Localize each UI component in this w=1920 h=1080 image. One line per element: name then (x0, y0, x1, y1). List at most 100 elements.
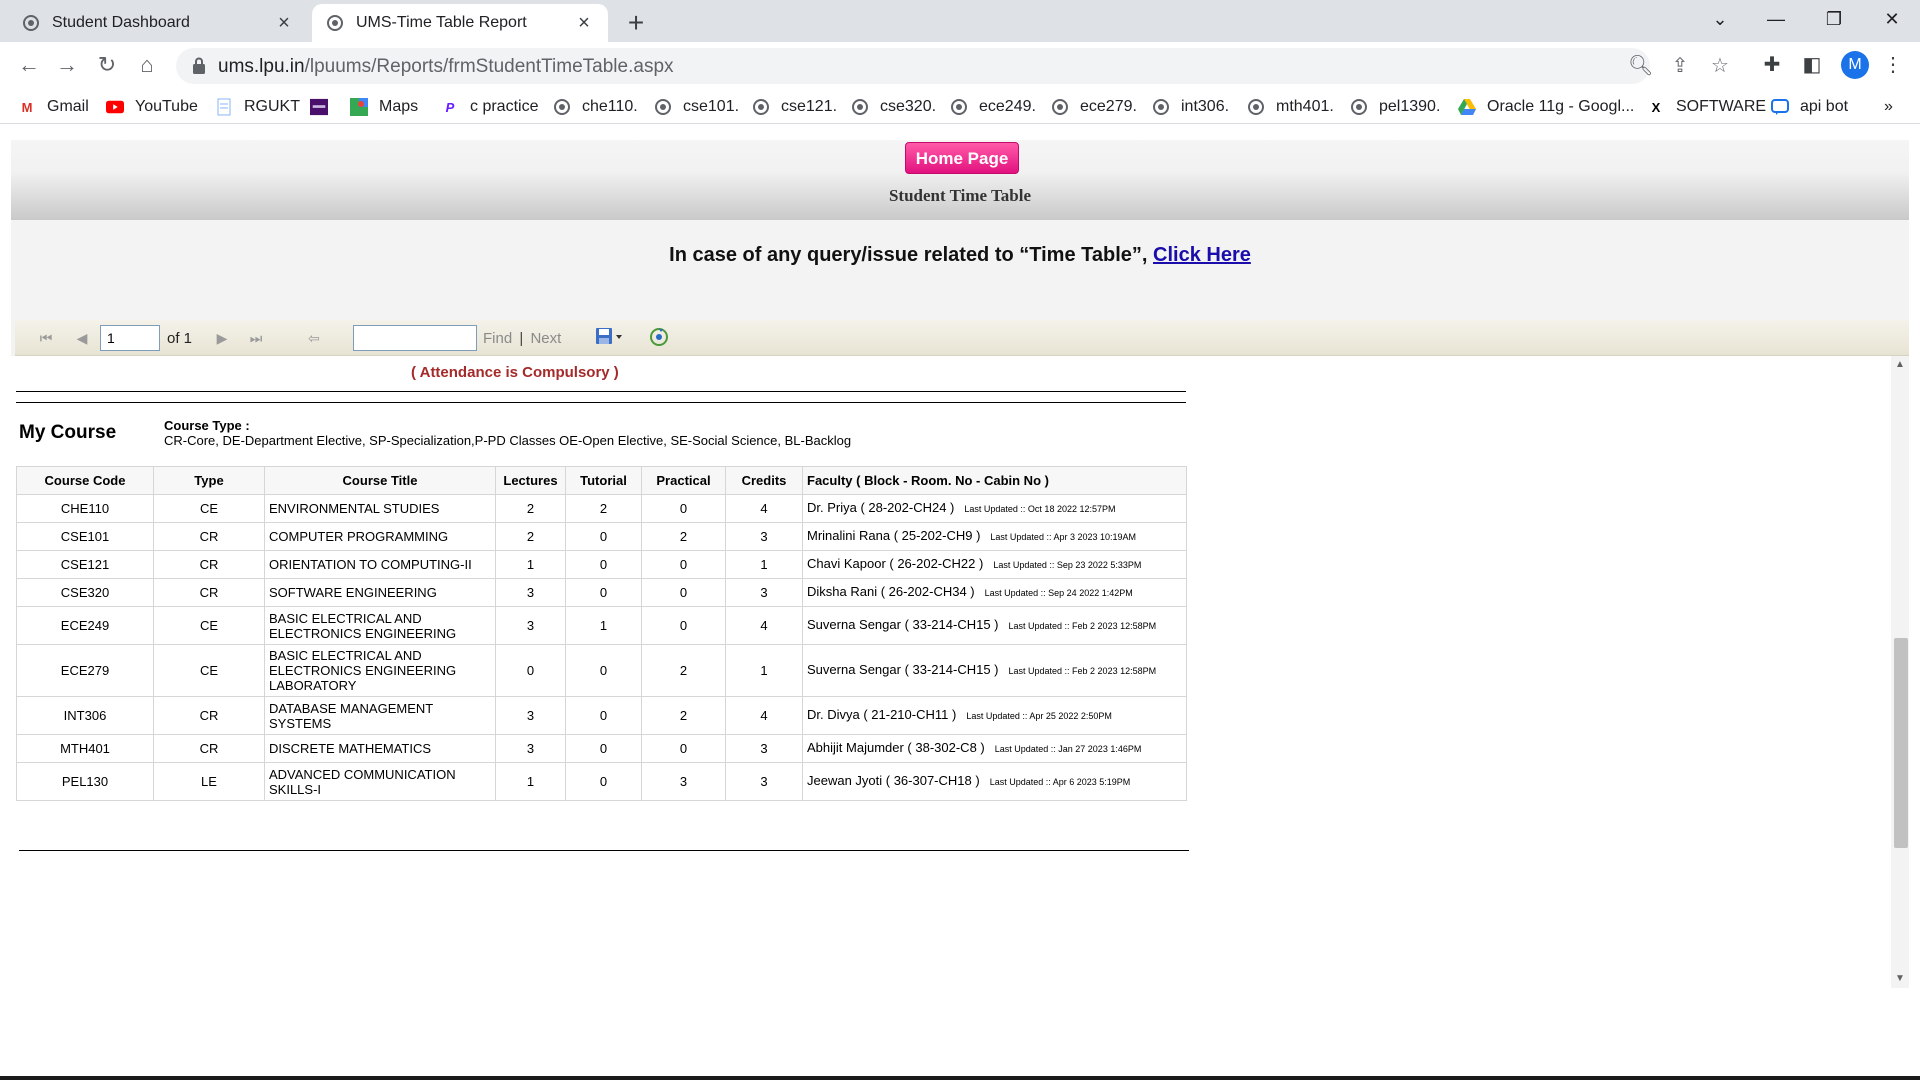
close-window-button[interactable]: ✕ (1864, 0, 1920, 38)
home-page-button[interactable]: Home Page (905, 142, 1019, 174)
bookmark-maps[interactable]: Maps (350, 96, 418, 118)
bookmark-gmail[interactable]: M Gmail (18, 96, 89, 118)
practical-cell: 0 (641, 578, 726, 607)
faculty-name: Dr. Divya ( 21-210-CH11 ) (807, 707, 957, 722)
column-header: Type (153, 466, 265, 495)
column-header: Credits (725, 466, 803, 495)
tab-title: UMS-Time Table Report (356, 14, 527, 31)
faculty-cell: Chavi Kapoor ( 26-202-CH22 ) Last Updated… (802, 550, 1187, 579)
bookmark-yono[interactable] (310, 96, 339, 118)
back-icon[interactable]: ← (14, 50, 44, 80)
share-icon[interactable]: ⇪ (1668, 54, 1692, 78)
course-title-cell: SOFTWARE ENGINEERING (264, 578, 496, 607)
first-page-icon[interactable]: ⏮ (37, 329, 55, 347)
report-scrollbar[interactable]: ▲ ▼ (1891, 356, 1909, 988)
course-code-cell: ECE249 (16, 606, 154, 645)
tutorial-cell: 0 (565, 644, 642, 697)
reload-icon[interactable]: ↻ (92, 50, 122, 80)
course-title-cell: COMPUTER PROGRAMMING (264, 522, 496, 551)
find-controls: Find | Next (483, 330, 561, 347)
last-page-icon[interactable]: ⏭ (247, 329, 265, 347)
menu-kebab-icon[interactable]: ⋮ (1878, 50, 1908, 80)
scroll-thumb[interactable] (1894, 638, 1908, 848)
bookmark-int306[interactable]: int306. (1152, 96, 1229, 118)
course-code-cell: CSE101 (16, 522, 154, 551)
click-here-link[interactable]: Click Here (1153, 244, 1251, 266)
overflow-label: » (1884, 98, 1893, 115)
tab-search-icon[interactable]: ⌄ (1692, 0, 1748, 38)
extensions-icon[interactable]: ✚ (1757, 50, 1787, 80)
bookmark-api-bot[interactable]: api bot (1771, 96, 1848, 118)
faculty-cell: Dr. Priya ( 28-202-CH24 ) Last Updated ::… (802, 494, 1187, 523)
attendance-note: ( Attendance is Compulsory ) (411, 364, 619, 381)
close-tab-icon[interactable]: × (574, 13, 594, 33)
course-code-cell: MTH401 (16, 734, 154, 763)
bookmark-c-practice[interactable]: Pc practice (441, 96, 539, 118)
bookmark-label: YouTube (135, 98, 198, 115)
bookmark-rgukt[interactable]: RGUKT (215, 96, 300, 118)
bookmark-youtube[interactable]: YouTube (106, 96, 198, 118)
query-notice: In case of any query/issue related to “T… (11, 244, 1909, 267)
next-page-icon[interactable]: ▶ (213, 329, 231, 347)
back-to-parent-icon[interactable]: ⇦ (305, 329, 323, 347)
scroll-down-icon[interactable]: ▼ (1891, 970, 1909, 988)
restore-button[interactable]: ❐ (1806, 0, 1862, 38)
practical-cell: 2 (641, 696, 726, 735)
url-text: ums.lpu.in/lpuums/Reports/frmStudentTime… (218, 56, 674, 78)
next-link[interactable]: Next (530, 330, 561, 347)
find-text-input[interactable] (353, 325, 477, 351)
globe-icon (851, 98, 869, 116)
bookmark-software[interactable]: X SOFTWARE (1647, 96, 1766, 118)
side-panel-icon[interactable]: ◧ (1797, 50, 1827, 80)
last-updated: Last Updated :: Feb 2 2023 12:58PM (1008, 666, 1157, 676)
course-type-cell: CR (153, 550, 265, 579)
tab-timetable-report[interactable]: UMS-Time Table Report × (312, 4, 608, 42)
bookmark-label: Oracle 11g - Googl... (1487, 98, 1635, 115)
new-tab-button[interactable]: + (620, 8, 652, 40)
forward-icon[interactable]: → (52, 50, 82, 80)
course-type-cell: CR (153, 578, 265, 607)
previous-page-icon[interactable]: ◀ (73, 329, 91, 347)
lock-icon (193, 57, 205, 74)
bookmark-label: Maps (379, 98, 419, 115)
credits-cell: 1 (725, 550, 803, 579)
bookmark-cse121[interactable]: cse121. (752, 96, 837, 118)
bookmark-cse320[interactable]: cse320. (851, 96, 936, 118)
course-title-cell: BASIC ELECTRICAL AND ELECTRONICS ENGINEE… (264, 606, 496, 645)
refresh-icon[interactable] (649, 327, 669, 347)
find-link[interactable]: Find (483, 330, 512, 347)
profile-avatar[interactable]: M (1841, 51, 1869, 79)
course-code-cell: CSE320 (16, 578, 154, 607)
bookmark-mth401[interactable]: mth401. (1247, 96, 1334, 118)
scroll-up-icon[interactable]: ▲ (1891, 356, 1909, 374)
bookmark-ece249[interactable]: ece249. (950, 96, 1036, 118)
faculty-cell: Suverna Sengar ( 33-214-CH15 ) Last Updat… (802, 606, 1187, 645)
bookmark-che110[interactable]: che110. (553, 96, 638, 118)
bookmark-label: ece279. (1080, 98, 1137, 115)
close-tab-icon[interactable]: × (274, 13, 294, 33)
zoom-icon[interactable]: 🔍︎ (1628, 54, 1653, 78)
course-title-cell: ADVANCED COMMUNICATION SKILLS-I (264, 762, 496, 801)
column-header: Tutorial (565, 466, 642, 495)
page-number-input[interactable]: 1 (100, 325, 160, 351)
faculty-cell: Suverna Sengar ( 33-214-CH15 ) Last Updat… (802, 644, 1187, 697)
address-bar[interactable]: ums.lpu.in/lpuums/Reports/frmStudentTime… (176, 48, 1729, 84)
report-frame: Home Page Student Time Table In case of … (11, 140, 1909, 988)
bookmark-pel1390[interactable]: pel1390. (1350, 96, 1440, 118)
minimize-button[interactable]: — (1748, 0, 1804, 38)
bookmark-label: cse121. (781, 98, 838, 115)
x-logo-icon: X (1651, 99, 1661, 115)
bookmark-cse101[interactable]: cse101. (654, 96, 739, 118)
bookmark-ece279[interactable]: ece279. (1051, 96, 1137, 118)
tab-student-dashboard[interactable]: Student Dashboard × (8, 4, 308, 42)
export-save-icon[interactable] (595, 326, 625, 348)
globe-icon (22, 14, 40, 32)
practical-cell: 0 (641, 606, 726, 645)
bookmarks-overflow-icon[interactable]: » (1884, 96, 1893, 118)
last-updated: Last Updated :: Oct 18 2022 12:57PM (964, 504, 1116, 514)
bookmark-oracle[interactable]: Oracle 11g - Googl... (1458, 96, 1634, 118)
lectures-cell: 1 (495, 550, 566, 579)
home-icon[interactable]: ⌂ (132, 50, 162, 80)
bookmark-star-icon[interactable]: ☆ (1708, 54, 1732, 78)
faculty-name: Suverna Sengar ( 33-214-CH15 ) (807, 662, 999, 677)
